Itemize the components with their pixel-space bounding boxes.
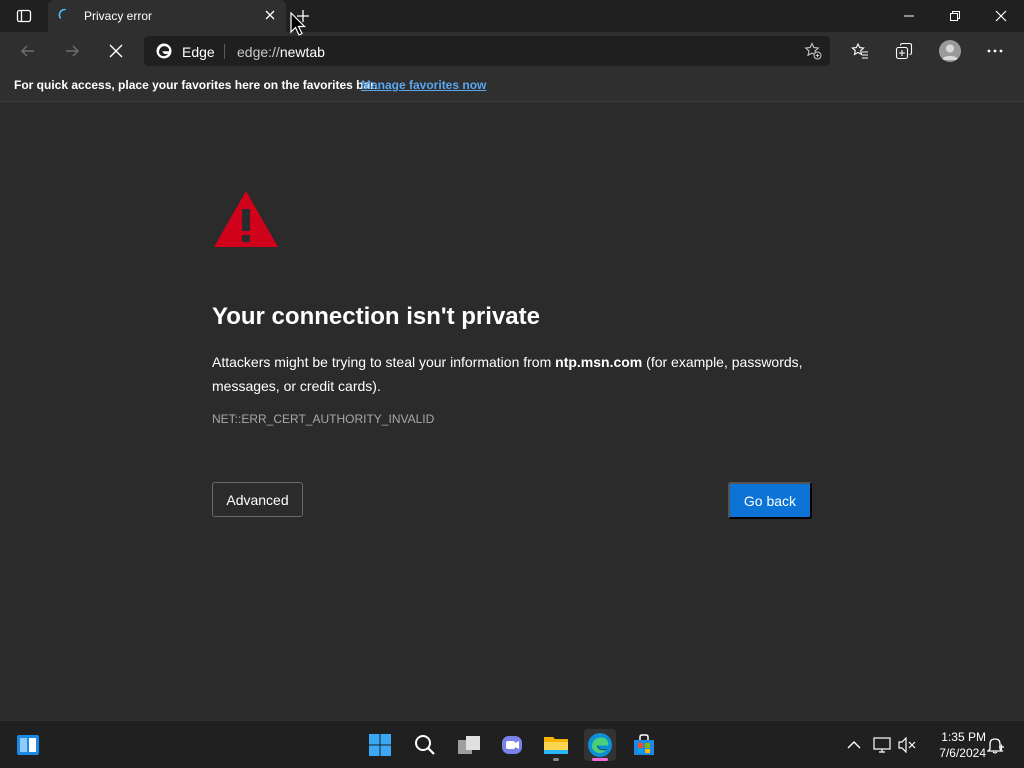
error-code[interactable]: NET::ERR_CERT_AUTHORITY_INVALID <box>212 412 434 426</box>
favorites-icon[interactable] <box>847 38 873 64</box>
favorites-bar-message: For quick access, place your favorites h… <box>14 78 378 92</box>
stop-icon[interactable] <box>102 38 130 64</box>
error-domain: ntp.msn.com <box>555 354 643 370</box>
url-text[interactable]: edge://newtab <box>237 44 325 60</box>
running-indicator <box>553 758 559 761</box>
forward-arrow-icon[interactable] <box>58 38 86 64</box>
edge-logo-icon <box>156 43 172 59</box>
mouse-cursor-icon <box>290 11 308 38</box>
profile-icon[interactable] <box>939 40 961 62</box>
loading-icon <box>58 8 72 22</box>
notifications-icon[interactable] <box>986 735 1006 755</box>
more-options-icon[interactable] <box>982 38 1008 64</box>
taskbar: 1:35 PM 7/6/2024 <box>0 720 1024 768</box>
clock-time: 1:35 PM <box>941 730 986 744</box>
show-hidden-icons-icon[interactable] <box>844 735 864 755</box>
title-bar: Privacy error <box>0 0 1024 32</box>
address-bar[interactable]: Edge edge://newtab <box>144 36 830 66</box>
advanced-button[interactable]: Advanced <box>212 482 303 517</box>
close-tab-icon[interactable] <box>262 7 278 23</box>
warning-icon <box>212 189 280 257</box>
volume-muted-icon[interactable] <box>897 735 917 755</box>
go-back-button[interactable]: Go back <box>728 482 812 519</box>
site-identity-label: Edge <box>182 44 215 60</box>
tab-actions-icon[interactable] <box>10 6 38 26</box>
add-favorite-icon[interactable] <box>804 42 822 60</box>
clock[interactable]: 1:35 PM 7/6/2024 <box>926 729 986 761</box>
tab-privacy-error[interactable]: Privacy error <box>48 0 286 32</box>
search-icon[interactable] <box>409 729 441 761</box>
restore-icon[interactable] <box>932 0 978 32</box>
description-prefix: Attackers might be trying to steal your … <box>212 354 556 370</box>
back-arrow-icon[interactable] <box>14 38 42 64</box>
error-description: Attackers might be trying to steal your … <box>212 350 822 398</box>
clock-date: 7/6/2024 <box>939 746 986 760</box>
network-icon[interactable] <box>872 735 892 755</box>
error-page: Your connection isn't private Attackers … <box>0 103 1024 720</box>
tab-title: Privacy error <box>84 9 153 23</box>
error-title: Your connection isn't private <box>212 303 540 330</box>
manage-favorites-link[interactable]: Manage favorites now <box>361 78 486 92</box>
file-explorer-icon[interactable] <box>540 729 572 761</box>
store-icon[interactable] <box>628 729 660 761</box>
favorites-bar: For quick access, place your favorites h… <box>0 70 1024 102</box>
minimize-icon[interactable] <box>886 0 932 32</box>
active-indicator <box>592 758 608 761</box>
url-scheme: edge:// <box>237 44 280 60</box>
edge-taskbar-icon[interactable] <box>584 729 616 761</box>
browser-toolbar: Edge edge://newtab <box>0 32 1024 70</box>
address-divider <box>224 44 225 59</box>
widgets-icon[interactable] <box>12 729 44 761</box>
collections-icon[interactable] <box>891 38 917 64</box>
close-window-icon[interactable] <box>978 0 1024 32</box>
url-path: newtab <box>279 44 325 60</box>
task-view-icon[interactable] <box>453 729 485 761</box>
teams-chat-icon[interactable] <box>496 729 528 761</box>
start-icon[interactable] <box>364 729 396 761</box>
